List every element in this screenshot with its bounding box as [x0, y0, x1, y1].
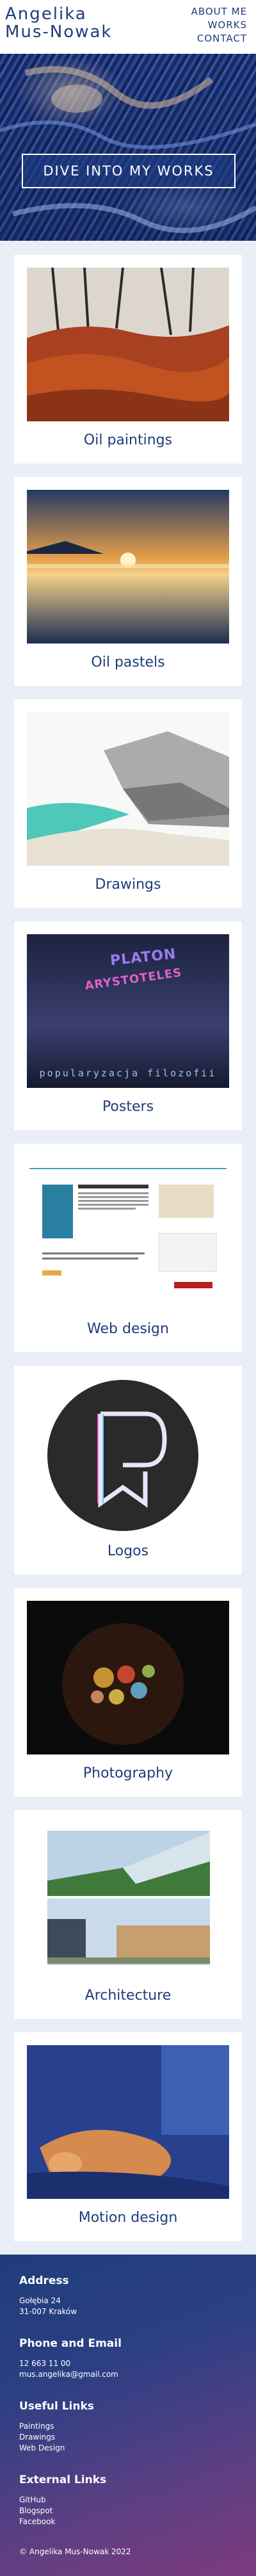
nav-about-me[interactable]: ABOUT ME	[191, 5, 247, 19]
oil-pastels-thumbnail	[27, 490, 229, 644]
work-card-oil-pastels[interactable]: Oil pastels	[14, 477, 242, 686]
posters-thumbnail: PLATON ARYSTOTELES popularyzacja filozof…	[27, 934, 229, 1088]
architecture-thumbnail	[27, 1823, 229, 1977]
brand-first-name: Angelika	[5, 4, 87, 24]
hero-banner: DIVE INTO MY WORKS	[0, 54, 256, 241]
hero-artwork	[0, 66, 256, 233]
footer-address: Address Gołębia 24 31-007 Kraków	[19, 2274, 237, 2317]
work-title: Motion design	[78, 2210, 178, 2226]
web-design-thumbnail	[27, 1156, 229, 1310]
contact-phone[interactable]: 12 663 11 00	[19, 2358, 237, 2369]
work-title: Drawings	[95, 877, 161, 893]
work-card-logos[interactable]: Logos	[14, 1366, 242, 1575]
link-facebook[interactable]: Facebook	[19, 2516, 237, 2527]
link-web-design[interactable]: Web Design	[19, 2443, 237, 2454]
work-title: Architecture	[84, 1988, 172, 2004]
work-card-architecture[interactable]: Architecture	[14, 1810, 242, 2019]
work-card-photography[interactable]: Photography	[14, 1588, 242, 1797]
link-drawings[interactable]: Drawings	[19, 2432, 237, 2443]
work-card-drawings[interactable]: Drawings	[14, 699, 242, 908]
work-title: Oil paintings	[83, 432, 173, 448]
footer-useful-links: Useful Links Paintings Drawings Web Desi…	[19, 2399, 237, 2454]
main-nav: ABOUT ME WORKS CONTACT	[191, 5, 247, 45]
works-gallery: Oil paintings Oil pastels Drawings PLATO…	[0, 255, 256, 2241]
link-github[interactable]: GitHub	[19, 2495, 237, 2506]
address-city: 31-007 Kraków	[19, 2307, 77, 2316]
nav-works[interactable]: WORKS	[191, 19, 247, 32]
footer-useful-title: Useful Links	[19, 2400, 94, 2413]
poster-title-line1: PLATON	[109, 946, 177, 969]
work-title: Oil pastels	[91, 654, 165, 670]
footer-external-title: External Links	[19, 2474, 107, 2486]
photography-thumbnail	[27, 1601, 229, 1754]
copyright: © Angelika Mus-Nowak 2022	[19, 2547, 131, 2556]
footer-contact-title: Phone and Email	[19, 2337, 122, 2350]
site-logo[interactable]: Angelika Mus-Nowak	[5, 5, 112, 41]
work-card-motion-design[interactable]: Motion design	[14, 2032, 242, 2241]
motion-design-thumbnail	[27, 2045, 229, 2199]
link-paintings[interactable]: Paintings	[19, 2421, 237, 2432]
footer-address-title: Address	[19, 2274, 69, 2287]
link-blogspot[interactable]: Blogspot	[19, 2506, 237, 2516]
logos-thumbnail	[27, 1379, 229, 1532]
drawings-thumbnail	[27, 712, 229, 866]
site-footer: Address Gołębia 24 31-007 Kraków Phone a…	[0, 2255, 256, 2576]
work-title: Web design	[87, 1321, 169, 1337]
dive-into-works-button[interactable]: DIVE INTO MY WORKS	[22, 154, 236, 188]
work-title: Logos	[107, 1543, 149, 1559]
oil-paintings-thumbnail	[27, 268, 229, 421]
work-title: Posters	[102, 1099, 154, 1115]
work-title: Photography	[83, 1765, 173, 1781]
work-card-oil-paintings[interactable]: Oil paintings	[14, 255, 242, 464]
address-street: Gołębia 24	[19, 2296, 61, 2305]
work-card-web-design[interactable]: Web design	[14, 1144, 242, 1352]
brand-last-name: Mus-Nowak	[5, 22, 113, 42]
poster-title-line2: ARYSTOTELES	[84, 966, 183, 993]
contact-email[interactable]: mus.angelika@gmail.com	[19, 2369, 237, 2380]
site-header: Angelika Mus-Nowak ABOUT ME WORKS CONTAC…	[0, 0, 256, 54]
poster-caption: popularyzacja filozofii	[39, 1067, 217, 1079]
nav-contact[interactable]: CONTACT	[191, 32, 247, 45]
footer-contact: Phone and Email 12 663 11 00 mus.angelik…	[19, 2337, 237, 2380]
work-card-posters[interactable]: PLATON ARYSTOTELES popularyzacja filozof…	[14, 921, 242, 1130]
footer-external-links: External Links GitHub Blogspot Facebook	[19, 2473, 237, 2527]
